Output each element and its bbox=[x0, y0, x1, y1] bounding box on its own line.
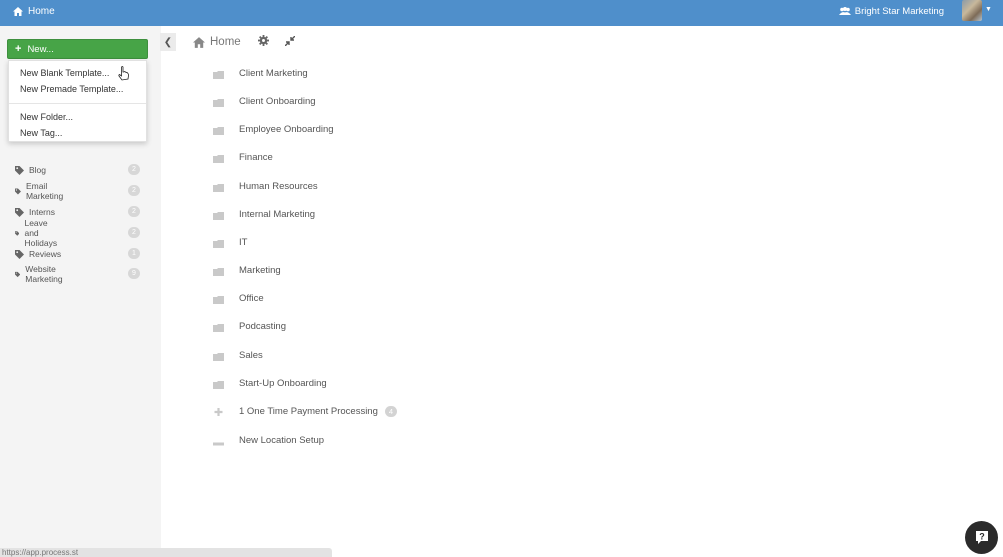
compress-icon[interactable] bbox=[285, 36, 295, 46]
organization-menu[interactable]: Bright Star Marketing bbox=[838, 0, 944, 22]
tag-label: Reviews bbox=[29, 249, 62, 259]
folder-icon bbox=[213, 324, 224, 332]
menu-item-new-folder[interactable]: New Folder... bbox=[20, 112, 73, 122]
tag-count-badge: 2 bbox=[128, 185, 140, 196]
folder-icon bbox=[213, 296, 224, 304]
plus-icon bbox=[214, 408, 223, 416]
folder-icon bbox=[213, 353, 224, 361]
folder-label: Internal Marketing bbox=[239, 209, 316, 220]
folder-label: Human Resources bbox=[239, 181, 318, 192]
home-icon bbox=[193, 36, 205, 48]
menu-item-new-blank-template[interactable]: New Blank Template... bbox=[20, 68, 109, 78]
tag-count-badge: 2 bbox=[128, 206, 140, 217]
tag-count-badge: 9 bbox=[128, 268, 140, 279]
folder-label: Employee Onboarding bbox=[239, 124, 334, 135]
template-label: 1 One Time Payment Processing 4 bbox=[239, 406, 398, 418]
folder-label: Marketing bbox=[239, 265, 281, 276]
tag-label: Email Marketing bbox=[25, 181, 64, 201]
plus-icon: + bbox=[15, 42, 22, 55]
menu-item-new-premade-template[interactable]: New Premade Template... bbox=[20, 84, 123, 94]
sidebar-tag-leave-and-holidays[interactable]: Leave and Holidays 2 bbox=[15, 218, 140, 248]
users-icon bbox=[838, 6, 851, 15]
tag-label: Interns bbox=[29, 207, 55, 217]
folder-icon bbox=[213, 71, 224, 79]
tag-icon bbox=[15, 207, 24, 217]
menu-item-new-tag[interactable]: New Tag... bbox=[20, 128, 62, 138]
hand-cursor-icon bbox=[118, 66, 129, 81]
template-label: New Location Setup bbox=[239, 435, 325, 446]
question-bubble-icon: ? bbox=[975, 531, 988, 544]
folder-label: Finance bbox=[239, 152, 273, 163]
sidebar-tag-email-marketing[interactable]: Email Marketing 2 bbox=[15, 181, 140, 201]
folder-icon bbox=[213, 240, 224, 248]
menu-divider bbox=[9, 103, 146, 104]
status-bar-url: https://app.process.st bbox=[0, 548, 332, 557]
folder-label: Office bbox=[239, 293, 264, 304]
sidebar-tag-website-marketing[interactable]: Website Marketing 9 bbox=[15, 264, 140, 284]
svg-text:?: ? bbox=[979, 532, 985, 542]
new-button-label: New... bbox=[27, 43, 54, 55]
folder-label: Start-Up Onboarding bbox=[239, 378, 327, 389]
folder-icon bbox=[213, 381, 224, 389]
folder-icon bbox=[213, 99, 224, 107]
tag-icon bbox=[15, 230, 20, 236]
tag-count-badge: 1 bbox=[128, 248, 140, 259]
tag-icon bbox=[15, 271, 21, 277]
minus-icon bbox=[213, 442, 224, 446]
folder-icon bbox=[213, 155, 224, 163]
folder-label: Sales bbox=[239, 350, 263, 361]
tag-icon bbox=[15, 249, 24, 259]
home-link[interactable]: Home bbox=[13, 0, 55, 22]
folder-icon bbox=[213, 127, 224, 135]
chevron-left-icon: ❮ bbox=[163, 36, 173, 48]
tag-label: Leave and Holidays bbox=[24, 218, 58, 248]
template-name: 1 One Time Payment Processing bbox=[239, 406, 378, 418]
folder-icon bbox=[213, 184, 224, 192]
tag-icon bbox=[15, 165, 24, 175]
folder-label: IT bbox=[239, 237, 248, 248]
home-icon bbox=[13, 6, 23, 16]
new-button[interactable]: + New... bbox=[7, 39, 148, 59]
sidebar-tag-reviews[interactable]: Reviews 1 bbox=[15, 247, 140, 261]
user-avatar[interactable] bbox=[962, 0, 982, 21]
run-count-badge: 4 bbox=[384, 406, 398, 417]
collapse-sidebar-button[interactable]: ❮ bbox=[160, 33, 176, 51]
folder-icon bbox=[213, 212, 224, 220]
tag-count-badge: 2 bbox=[128, 227, 140, 238]
folder-label: Podcasting bbox=[239, 321, 287, 332]
folder-label: Client Onboarding bbox=[239, 96, 316, 107]
home-label: Home bbox=[28, 5, 55, 17]
folder-icon bbox=[213, 268, 224, 276]
chevron-down-icon[interactable]: ▼ bbox=[985, 6, 992, 13]
folder-label: Client Marketing bbox=[239, 68, 308, 79]
tag-count-badge: 2 bbox=[128, 164, 140, 175]
gear-icon[interactable] bbox=[258, 35, 269, 46]
sidebar-tag-interns[interactable]: Interns 2 bbox=[15, 205, 140, 219]
tag-label: Website Marketing bbox=[25, 264, 63, 284]
sidebar-tag-blog[interactable]: Blog 2 bbox=[15, 163, 140, 177]
breadcrumb: Home bbox=[193, 34, 241, 50]
tag-icon bbox=[15, 188, 21, 194]
organization-name: Bright Star Marketing bbox=[854, 5, 944, 17]
top-navbar: Home Bright Star Marketing ▼ bbox=[0, 0, 1003, 26]
tag-label: Blog bbox=[29, 165, 47, 175]
breadcrumb-home[interactable]: Home bbox=[210, 36, 241, 48]
help-chat-button[interactable]: ? bbox=[965, 521, 998, 554]
